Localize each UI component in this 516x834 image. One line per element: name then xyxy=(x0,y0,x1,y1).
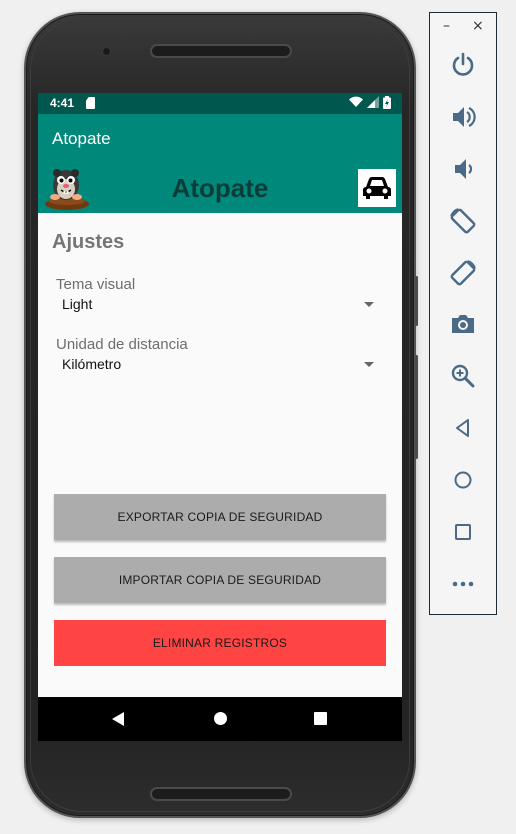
front-camera-icon xyxy=(102,47,111,56)
device-screen: 4:41 Atopate Atopate Ajustes Tema visual… xyxy=(38,93,402,741)
volume-up-icon[interactable] xyxy=(448,102,478,132)
back-icon[interactable] xyxy=(448,413,478,443)
theme-value: Light xyxy=(62,296,93,312)
section-title-ajustes: Ajustes xyxy=(52,231,125,253)
delete-records-button[interactable]: ELIMINAR REGISTROS xyxy=(54,620,386,666)
nav-recent-apps-icon[interactable] xyxy=(314,712,327,725)
minimize-button[interactable]: – xyxy=(443,18,450,34)
status-icons xyxy=(349,96,392,110)
signal-icon xyxy=(366,96,379,108)
car-icon xyxy=(363,177,391,199)
earpiece-speaker xyxy=(150,44,292,58)
export-backup-button[interactable]: EXPORTAR COPIA DE SEGURIDAD xyxy=(54,494,386,540)
navigation-bar xyxy=(38,697,402,741)
power-icon[interactable] xyxy=(448,50,478,80)
more-icon[interactable] xyxy=(448,569,478,599)
zoom-icon[interactable] xyxy=(448,361,478,391)
car-button[interactable] xyxy=(358,169,396,207)
distance-unit-value: Kilómetro xyxy=(62,356,122,372)
dropdown-arrow-icon xyxy=(364,302,374,307)
status-bar: 4:41 xyxy=(38,93,402,114)
wifi-icon xyxy=(349,96,364,107)
distance-unit-label: Unidad de distancia xyxy=(56,336,188,353)
app-bar-title: Atopate xyxy=(52,129,111,148)
emulator-toolbar: – × xyxy=(429,12,497,615)
nav-back-icon[interactable] xyxy=(112,712,124,726)
overview-icon[interactable] xyxy=(448,517,478,547)
dropdown-arrow-icon xyxy=(364,362,374,367)
battery-icon xyxy=(383,96,391,109)
rotate-left-icon[interactable] xyxy=(448,206,478,236)
import-backup-button[interactable]: IMPORTAR COPIA DE SEGURIDAD xyxy=(54,557,386,603)
nav-home-icon[interactable] xyxy=(214,712,227,725)
theme-dropdown[interactable]: Light xyxy=(56,293,374,317)
rotate-right-icon[interactable] xyxy=(448,258,478,288)
side-power-button xyxy=(415,276,418,326)
distance-unit-dropdown[interactable]: Kilómetro xyxy=(56,353,374,377)
volume-down-icon[interactable] xyxy=(448,154,478,184)
sd-card-icon xyxy=(86,97,95,109)
app-bar: Atopate xyxy=(38,114,402,163)
side-volume-button xyxy=(415,355,418,459)
status-time: 4:41 xyxy=(50,96,75,110)
bottom-speaker xyxy=(150,787,292,801)
theme-label: Tema visual xyxy=(56,276,136,293)
close-button[interactable]: × xyxy=(472,18,484,34)
emulator-window: 4:41 Atopate Atopate Ajustes Tema visual… xyxy=(0,0,516,834)
home-icon[interactable] xyxy=(448,465,478,495)
header-banner: Atopate xyxy=(38,163,402,213)
banner-title: Atopate xyxy=(171,173,269,203)
camera-icon[interactable] xyxy=(448,309,478,339)
